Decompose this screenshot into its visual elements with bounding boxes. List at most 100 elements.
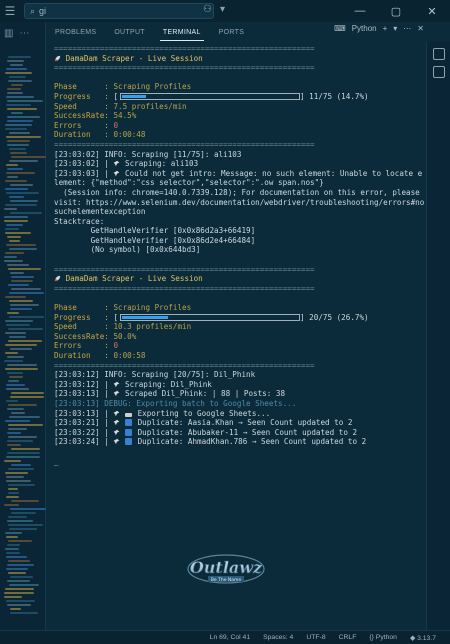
minimap-line xyxy=(6,432,21,434)
minimap-line xyxy=(5,548,20,550)
minimap-line xyxy=(6,496,20,498)
minimap-line xyxy=(5,320,34,322)
minimize-button[interactable]: — xyxy=(342,0,378,22)
menu-icon[interactable]: ☰ xyxy=(4,4,16,18)
language-mode[interactable]: {} Python xyxy=(369,634,397,641)
minimap-line xyxy=(5,388,29,390)
log-line: [23:03:12] | Scraping: Dil_Phink xyxy=(54,379,212,389)
tab-problems[interactable]: PROBLEMS xyxy=(46,22,105,42)
shell-label[interactable]: Python xyxy=(352,24,377,33)
minimap-line xyxy=(10,448,41,450)
minimap-line xyxy=(8,160,39,162)
pin-icon xyxy=(113,429,120,436)
tab-ports[interactable]: PORTS xyxy=(210,22,254,42)
more-icon[interactable]: ⋯ xyxy=(19,28,29,39)
progress-row: Progress : [] 20/75 (26.7%) xyxy=(54,312,369,322)
minimap-line xyxy=(6,408,25,410)
refresh-icon xyxy=(125,438,133,446)
minimap-line xyxy=(9,612,38,614)
minimap[interactable] xyxy=(4,56,46,616)
minimap-line xyxy=(7,328,43,330)
folder-icon xyxy=(125,412,133,417)
minimap-line xyxy=(8,76,26,78)
minimap-line xyxy=(6,96,34,98)
more-actions-icon[interactable]: ⋯ xyxy=(403,24,411,33)
new-terminal-button[interactable]: + xyxy=(383,24,388,33)
refresh-icon xyxy=(125,428,133,436)
encoding[interactable]: UTF-8 xyxy=(306,634,325,641)
minimap-line xyxy=(4,252,25,254)
minimap-line xyxy=(7,60,25,62)
separator: ========================================… xyxy=(54,44,315,53)
minimap-line xyxy=(6,176,18,178)
minimap-line xyxy=(4,596,22,598)
minimap-line xyxy=(6,444,22,446)
session-title: DamaDam Scraper - Live Session xyxy=(54,274,426,284)
minimap-line xyxy=(10,412,26,414)
chevron-down-icon[interactable]: ▾ xyxy=(220,4,225,15)
tab-terminal[interactable]: TERMINAL xyxy=(154,22,210,42)
terminal-output[interactable]: ========================================… xyxy=(46,44,426,630)
minimap-line xyxy=(7,92,23,94)
rocket-icon xyxy=(54,55,61,62)
minimap-line xyxy=(4,588,34,590)
minimap-line xyxy=(9,148,27,150)
log-line: [23:03:24] | Duplicate: AhmadKhan.786 → … xyxy=(54,437,367,447)
minimap-line xyxy=(6,168,24,170)
chevron-down-icon[interactable]: ▾ xyxy=(393,24,397,33)
log-line: [23:03:13] | Scraped Dil_Phink: | 88 | P… xyxy=(54,389,286,399)
progress-row: Progress : [] 11/75 (14.7%) xyxy=(54,91,369,101)
errors-row: Errors : 0 xyxy=(54,341,119,351)
minimap-line xyxy=(10,64,24,66)
close-button[interactable]: ✕ xyxy=(414,0,450,22)
minimap-line xyxy=(4,208,17,210)
minimap-line xyxy=(8,428,28,430)
minimap-line xyxy=(10,184,33,186)
minimap-line xyxy=(11,464,31,466)
minimap-line xyxy=(7,80,33,82)
search-input[interactable]: ⌕ gi xyxy=(24,3,214,19)
minimap-line xyxy=(7,284,29,286)
minimap-line xyxy=(6,552,20,554)
maximize-button[interactable]: ▢ xyxy=(378,0,414,22)
minimap-line xyxy=(9,336,26,338)
minimap-line xyxy=(7,560,31,562)
close-panel-icon[interactable]: ✕ xyxy=(417,24,424,33)
python-version[interactable]: ◆ 3.13.7 xyxy=(410,634,436,642)
rocket-icon xyxy=(54,275,61,282)
minimap-line xyxy=(6,312,19,314)
minimap-line xyxy=(8,524,43,526)
log-line: [23:03:21] | Duplicate: Aasia.Khan → See… xyxy=(54,418,353,428)
split-editor-icon[interactable]: ▥ xyxy=(4,28,13,39)
minimap-line xyxy=(4,260,23,262)
speed-row: Speed : 7.5 profiles/min xyxy=(54,101,187,111)
success-row: SuccessRate: 50.0% xyxy=(54,331,137,341)
minimap-line xyxy=(7,144,30,146)
terminal-instance-icon[interactable] xyxy=(432,48,445,60)
minimap-line xyxy=(7,468,35,470)
minimap-line xyxy=(9,608,21,610)
indentation[interactable]: Spaces: 4 xyxy=(263,634,293,641)
terminal-instance-icon[interactable] xyxy=(432,66,445,78)
minimap-line xyxy=(7,116,41,118)
minimap-line xyxy=(6,456,40,458)
minimap-line xyxy=(4,180,27,182)
minimap-line xyxy=(8,132,31,134)
minimap-line xyxy=(9,396,45,398)
minimap-line xyxy=(6,372,24,374)
minimap-line xyxy=(8,516,28,518)
line-ending[interactable]: CRLF xyxy=(339,634,357,641)
braces-icon: {} xyxy=(369,634,374,641)
tab-output[interactable]: OUTPUT xyxy=(105,22,154,42)
minimap-line xyxy=(9,528,38,530)
minimap-line xyxy=(6,324,31,326)
cursor-position[interactable]: Ln 69, Col 41 xyxy=(210,634,250,641)
minimap-line xyxy=(10,200,38,202)
search-icon: ⌕ xyxy=(30,5,36,16)
minimap-line xyxy=(6,356,24,358)
minimap-line xyxy=(5,204,37,206)
minimap-line xyxy=(7,364,37,366)
log-line: GetHandleVerifier [0x0x86d2e4+66484] xyxy=(54,235,256,245)
minimap-line xyxy=(4,592,35,594)
copilot-icon[interactable]: ⚇ xyxy=(203,4,212,15)
